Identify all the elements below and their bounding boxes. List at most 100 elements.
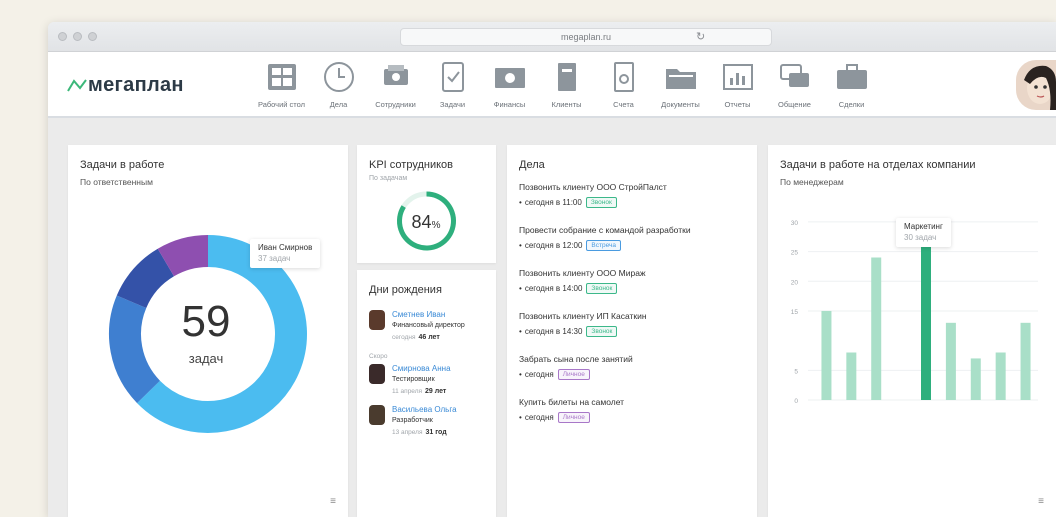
deals-icon <box>823 58 880 96</box>
logo-text: мегаплан <box>88 74 184 96</box>
nav-item-documents[interactable]: Документы <box>652 58 709 109</box>
nav-item-invoices[interactable]: Счета <box>595 58 652 109</box>
soon-label: Скоро <box>369 353 388 360</box>
person-name[interactable]: Васильева Ольга <box>392 405 457 415</box>
user-avatar[interactable] <box>1016 60 1056 110</box>
nav-item-label: Задачи <box>439 100 466 109</box>
nav-item-label: Сделки <box>838 100 865 109</box>
deal-tag: Звонок <box>586 326 618 337</box>
nav-item-tasks[interactable]: Задачи <box>424 58 481 109</box>
deal-when: сегодня в 14:00 <box>524 284 583 293</box>
deal-item[interactable]: Позвонить клиенту ИП Касаткин • сегодня … <box>519 311 745 337</box>
nav-item-clock[interactable]: Дела <box>310 58 367 109</box>
deal-when: сегодня в 14:30 <box>524 327 583 336</box>
nav-item-label: Финансы <box>493 100 526 109</box>
documents-icon <box>652 58 709 96</box>
deal-item[interactable]: Забрать сына после занятий • сегодня Лич… <box>519 354 745 380</box>
person-photo <box>369 405 385 425</box>
nav-item-finance[interactable]: Финансы <box>481 58 538 109</box>
deal-title: Забрать сына после занятий <box>519 354 633 364</box>
person-photo <box>369 310 385 330</box>
deal-title: Позвонить клиенту ИП Касаткин <box>519 311 647 321</box>
donut-slice[interactable] <box>116 248 175 309</box>
nav-item-label: Общение <box>778 100 811 109</box>
birthday-item[interactable]: Смирнова Анна Тестировщик 11 апреля 29 ле… <box>369 364 484 395</box>
browser-window: megaplan.ru ↻ мегаплан Рабочий стол Дела… <box>48 22 1056 517</box>
person-age: 29 лет <box>425 388 447 395</box>
reload-icon[interactable]: ↻ <box>696 30 705 43</box>
main-nav: Рабочий стол Дела Сотрудники Задачи Фина… <box>253 58 880 109</box>
nav-item-label: Клиенты <box>551 100 582 109</box>
nav-item-label: Отчеты <box>724 100 751 109</box>
tasks-card: Задачи в работе По ответственным 59 зада… <box>68 145 348 517</box>
kpi-card-subtitle: По задачам <box>369 175 408 182</box>
donut-slice[interactable] <box>157 235 209 277</box>
minimize-window-button[interactable] <box>73 32 82 41</box>
invoices-icon <box>595 58 652 96</box>
zoom-window-button[interactable] <box>88 32 97 41</box>
nav-item-reports[interactable]: Отчеты <box>709 58 766 109</box>
birthday-date: 13 апреля <box>392 429 423 436</box>
deals-card: Дела Позвонить клиенту ООО СтройПалст • … <box>507 145 757 517</box>
bar[interactable] <box>1020 322 1031 400</box>
bar[interactable] <box>846 352 857 401</box>
clock-icon <box>310 58 367 96</box>
bar-tooltip: Маркетинг 30 задач <box>896 218 951 247</box>
deal-time: • сегодня Личное <box>519 369 745 380</box>
nav-item-label: Рабочий стол <box>257 100 306 109</box>
nav-item-chat[interactable]: Общение <box>766 58 823 109</box>
deal-when: сегодня в 11:00 <box>524 198 582 207</box>
bar[interactable] <box>871 257 882 401</box>
birthday-item[interactable]: Сметнев Иван Финансовый директор сегодня… <box>369 310 484 341</box>
person-position: Финансовый директор <box>392 322 465 329</box>
person-photo <box>369 364 385 384</box>
dashboard: Задачи в работе По ответственным 59 зада… <box>48 120 1056 517</box>
person-age: 46 лет <box>418 334 440 341</box>
nav-item-employees[interactable]: Сотрудники <box>367 58 424 109</box>
person-name[interactable]: Смирнова Анна <box>392 364 451 374</box>
kpi-card-title: KPI сотрудников <box>369 159 453 171</box>
nav-item-clients[interactable]: Клиенты <box>538 58 595 109</box>
dept-card: Задачи в работе на отделах компании По м… <box>768 145 1056 517</box>
nav-item-dashboard[interactable]: Рабочий стол <box>253 58 310 109</box>
deal-time: • сегодня в 11:00 Звонок <box>519 197 745 208</box>
deal-time: • сегодня в 12:00 Встреча <box>519 240 745 251</box>
bar[interactable] <box>970 358 981 400</box>
nav-item-label: Счета <box>613 100 634 109</box>
bar[interactable] <box>821 310 832 400</box>
donut-tooltip-name: Иван Смирнов <box>258 243 313 252</box>
birthday-item[interactable]: Васильева Ольга Разработчик 13 апреля 31 … <box>369 405 484 436</box>
deal-when: сегодня в 12:00 <box>524 241 583 250</box>
person-name[interactable]: Сметнев Иван <box>392 310 465 320</box>
deal-tag: Звонок <box>585 197 617 208</box>
deal-item[interactable]: Позвонить клиенту ООО СтройПалст • сегод… <box>519 182 745 208</box>
deal-title: Провести собрание с командой разработки <box>519 225 691 235</box>
bar[interactable] <box>921 221 931 400</box>
address-bar[interactable]: megaplan.ru <box>400 28 772 46</box>
nav-item-label: Сотрудники <box>375 100 416 109</box>
close-window-button[interactable] <box>58 32 67 41</box>
deal-item[interactable]: Позвонить клиенту ООО Мираж • сегодня в … <box>519 268 745 294</box>
person-date: 13 апреля 31 год <box>392 429 457 436</box>
y-tick-label: 30 <box>791 220 799 227</box>
dept-subtitle: По менеджерам <box>780 177 844 187</box>
tasks-menu-icon[interactable]: ≡ <box>330 496 336 507</box>
nav-item-deals[interactable]: Сделки <box>823 58 880 109</box>
y-tick-label: 25 <box>791 250 799 257</box>
person-position: Разработчик <box>392 417 433 424</box>
employees-icon <box>367 58 424 96</box>
bar[interactable] <box>995 352 1006 401</box>
bar-tooltip-value: 30 задач <box>904 233 937 242</box>
deal-when: сегодня <box>524 370 554 379</box>
person-position: Тестировщик <box>392 376 435 383</box>
bar[interactable] <box>945 322 956 400</box>
deal-item[interactable]: Провести собрание с командой разработки … <box>519 225 745 251</box>
birthday-date: сегодня <box>392 334 416 341</box>
kpi-unit: % <box>431 220 441 231</box>
deal-tag: Личное <box>557 369 590 380</box>
birthdays-title: Дни рождения <box>369 284 442 296</box>
logo[interactable]: мегаплан <box>66 74 184 97</box>
person-date: сегодня 46 лет <box>392 334 465 341</box>
dept-menu-icon[interactable]: ≡ <box>1038 496 1044 507</box>
deal-item[interactable]: Купить билеты на самолет • сегодня Лично… <box>519 397 745 423</box>
